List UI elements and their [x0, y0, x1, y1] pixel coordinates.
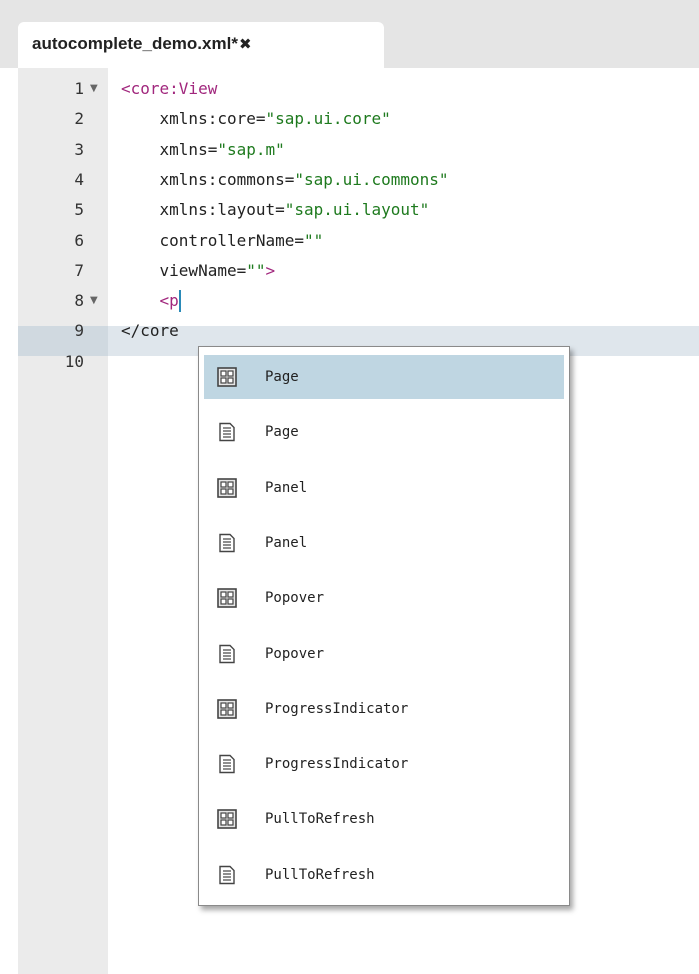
text-cursor [178, 289, 181, 312]
code-line[interactable]: 2 xmlns:core="sap.ui.core" [18, 104, 699, 134]
autocomplete-item[interactable]: PullToRefresh [204, 853, 564, 897]
code-line[interactable]: 3 xmlns="sap.m" [18, 135, 699, 165]
control-icon [217, 809, 237, 830]
autocomplete-popup: Page Page Panel Panel Popover Popover Progress… [198, 346, 570, 906]
code-text: xmlns:layout="sap.ui.layout" [121, 195, 430, 225]
code-token-plain: </core [121, 321, 179, 341]
code-text: controllerName="" [121, 226, 324, 256]
document-icon [217, 865, 237, 885]
code-text: viewName=""> [121, 256, 276, 286]
autocomplete-item[interactable]: Page [204, 355, 564, 399]
line-number: 1 [74, 79, 84, 98]
code-text: <core:View [121, 74, 217, 104]
line-number: 5 [74, 200, 84, 220]
code-line[interactable]: 7 viewName=""> [18, 256, 699, 286]
code-text: xmlns="sap.m" [121, 135, 285, 165]
code-token-eq: = [236, 260, 247, 280]
autocomplete-item-label: Page [265, 369, 299, 385]
autocomplete-item-label: Popover [265, 645, 325, 662]
control-icon [217, 698, 237, 719]
code-line[interactable]: 6 controllerName="" [18, 226, 699, 256]
code-token-attr: xmlns:layout [159, 200, 276, 220]
code-token-attr: viewName [159, 260, 237, 280]
code-token-str: "" [304, 230, 324, 250]
line-number: 7 [74, 260, 84, 280]
fold-toggle-icon[interactable]: ▼ [90, 286, 104, 316]
code-text: xmlns:core="sap.ui.core" [121, 104, 391, 134]
close-icon[interactable]: ✖ [239, 35, 252, 53]
code-token-str: "sap.ui.commons" [294, 169, 449, 189]
autocomplete-item[interactable]: Panel [204, 521, 564, 565]
code-token-tag: > [265, 260, 276, 280]
autocomplete-item-label: ProgressIndicator [265, 756, 409, 773]
code-line[interactable]: 1 ▼ <core:View [18, 74, 699, 104]
autocomplete-item-label: Panel [265, 534, 308, 551]
line-number: 6 [74, 230, 84, 250]
code-line[interactable]: 5 xmlns:layout="sap.ui.layout" [18, 195, 699, 225]
tab-title: autocomplete_demo.xml* [32, 34, 238, 53]
fold-toggle-icon[interactable]: ▼ [90, 74, 104, 104]
autocomplete-item[interactable]: Popover [204, 576, 564, 620]
line-number: 10 [64, 351, 84, 371]
autocomplete-item[interactable]: Popover [204, 632, 564, 676]
autocomplete-item-label: PullToRefresh [265, 866, 375, 883]
code-token-eq: = [207, 139, 218, 159]
code-text: xmlns:commons="sap.ui.commons" [121, 165, 449, 195]
code-token-str: "sap.ui.core" [265, 109, 391, 129]
document-icon [217, 644, 237, 664]
code-text: </core [121, 316, 179, 346]
autocomplete-item[interactable]: ProgressIndicator [204, 687, 564, 731]
line-number: 4 [74, 169, 84, 189]
code-token-str: "sap.m" [217, 139, 285, 159]
control-icon [217, 588, 237, 608]
autocomplete-item-label: ProgressIndicator [265, 700, 409, 717]
tab-bar: autocomplete_demo.xml*✖ [0, 0, 699, 68]
autocomplete-item-label: Page [265, 424, 299, 441]
code-token-attr: xmlns:core [159, 109, 256, 129]
code-token-tag: <p [159, 291, 179, 311]
control-icon [217, 367, 237, 387]
line-number: 8 [74, 291, 84, 311]
code-token-str: "" [246, 260, 266, 280]
autocomplete-item-label: Popover [265, 590, 325, 607]
document-icon [217, 754, 237, 774]
code-token-str: "sap.ui.layout" [284, 200, 430, 220]
code-token-attr: controllerName [159, 230, 295, 250]
editor-tab[interactable]: autocomplete_demo.xml*✖ [18, 22, 384, 68]
line-number: 3 [74, 139, 84, 159]
line-number: 2 [74, 109, 84, 129]
code-token-eq: = [255, 109, 266, 129]
autocomplete-item[interactable]: PullToRefresh [204, 797, 564, 841]
document-icon [217, 533, 237, 553]
code-text: <p [121, 286, 181, 316]
autocomplete-item-label: Panel [265, 479, 308, 496]
code-token-tag: <core:View [121, 79, 218, 98]
autocomplete-item-label: PullToRefresh [265, 811, 375, 828]
code-line[interactable]: 9 </core [18, 316, 699, 346]
code-line[interactable]: 8 ▼ <p [18, 286, 699, 316]
code-token-eq: = [284, 169, 295, 189]
autocomplete-item[interactable]: ProgressIndicator [204, 742, 564, 786]
autocomplete-item[interactable]: Page [204, 410, 564, 454]
line-number: 9 [74, 321, 84, 341]
code-line[interactable]: 4 xmlns:commons="sap.ui.commons" [18, 165, 699, 195]
code-token-eq: = [275, 200, 285, 220]
code-token-attr: xmlns:commons [159, 169, 285, 189]
control-icon [217, 477, 237, 498]
code-token-attr: xmlns [159, 139, 208, 159]
document-icon [217, 422, 237, 442]
autocomplete-item[interactable]: Panel [204, 466, 564, 510]
code-token-eq: = [294, 230, 305, 250]
